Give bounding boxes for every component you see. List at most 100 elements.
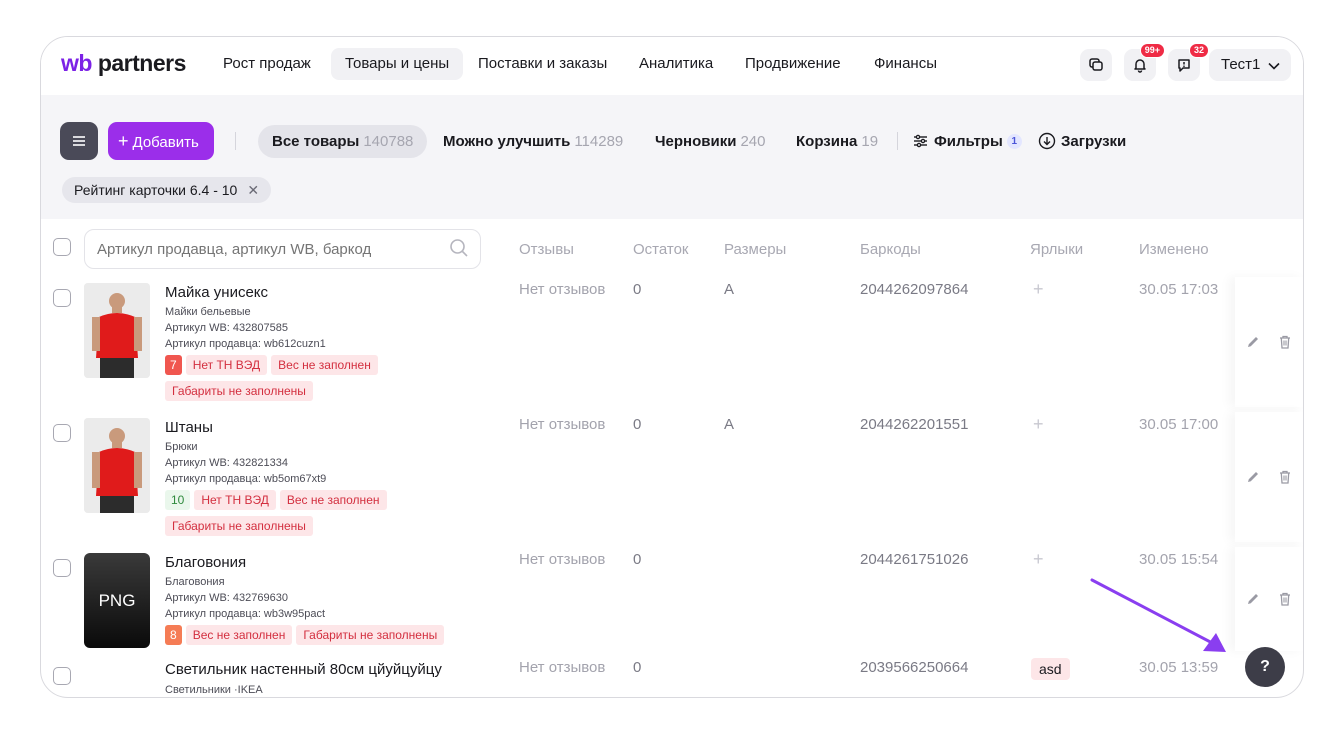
product-tags: Габариты не заполнены — [165, 516, 313, 536]
downloads-button[interactable]: Загрузки — [1038, 125, 1126, 158]
row-checkbox[interactable] — [53, 667, 71, 685]
chat-icon — [1089, 58, 1103, 71]
stock-cell: 0 — [633, 551, 642, 568]
product-name[interactable]: Майка унисекс — [165, 284, 268, 301]
messages-button[interactable]: 32 — [1168, 43, 1209, 81]
menu-button[interactable] — [60, 122, 98, 160]
product-tags: 7 Нет ТН ВЭД Вес не заполнен — [165, 355, 378, 375]
table-row[interactable]: Майка унисекс Майки бельевые Артикул WB:… — [41, 275, 1303, 409]
seller-article: Артикул продавца: wb5om67xt9 — [165, 473, 327, 485]
label-tag[interactable]: asd — [1031, 658, 1070, 680]
reviews-cell: Нет отзывов — [519, 551, 606, 568]
user-menu-button[interactable]: Тест1 — [1209, 49, 1291, 81]
wb-article: Артикул WB: 432769630 — [165, 592, 288, 604]
table-row[interactable]: Штаны Брюки Артикул WB: 432821334 Артику… — [41, 410, 1303, 544]
column-header-barcodes[interactable]: Баркоды — [860, 241, 921, 258]
column-header-sizes[interactable]: Размеры — [724, 241, 786, 258]
nav-item-analytics[interactable]: Аналитика — [625, 48, 727, 80]
table-row[interactable]: PNG Благовония Благовония Артикул WB: 43… — [41, 545, 1303, 653]
product-name[interactable]: Штаны — [165, 419, 213, 436]
product-tags: 8 Вес не заполнен Габариты не заполнены — [165, 625, 445, 645]
sliders-icon — [914, 134, 927, 148]
stock-cell: 0 — [633, 281, 642, 298]
add-label-button[interactable]: + — [1033, 414, 1044, 435]
row-checkbox[interactable] — [53, 424, 71, 442]
table-row[interactable]: Светильник настенный 80см цйуйцуйцу Свет… — [41, 655, 1303, 697]
notifications-button[interactable]: 99+ — [1124, 43, 1165, 81]
divider — [235, 132, 236, 150]
add-label-button[interactable]: + — [1033, 549, 1044, 570]
edit-icon[interactable] — [1245, 334, 1261, 350]
barcode-cell: 2044261751026 — [860, 551, 969, 568]
rating-badge: 8 — [165, 625, 182, 645]
product-name[interactable]: Благовония — [165, 554, 246, 571]
reviews-cell: Нет отзывов — [519, 659, 606, 676]
filters-count-badge: 1 — [1006, 134, 1022, 149]
row-checkbox[interactable] — [53, 559, 71, 577]
product-category: Светильники ·IKEA — [165, 684, 263, 696]
logo[interactable]: wb partners — [61, 50, 186, 77]
tab-all-products[interactable]: Все товары 140788 — [258, 125, 428, 158]
notifications-badge: 99+ — [1139, 43, 1165, 58]
barcode-cell: 2039566250664 — [860, 659, 969, 676]
tab-drafts[interactable]: Черновики 240 — [641, 125, 779, 158]
row-actions — [1235, 412, 1303, 542]
chevron-down-icon — [1268, 62, 1280, 70]
active-filter-chip[interactable]: Рейтинг карточки 6.4 - 10 ✕ — [62, 177, 272, 203]
edit-icon[interactable] — [1245, 469, 1261, 485]
bell-icon — [1134, 59, 1146, 73]
nav-item-sales-growth[interactable]: Рост продаж — [209, 48, 325, 80]
product-thumbnail[interactable] — [84, 283, 150, 378]
message-alert-icon — [1178, 59, 1190, 72]
wb-article: Артикул WB: 432821334 — [165, 457, 288, 469]
download-icon — [1038, 132, 1056, 150]
nav-item-products-prices[interactable]: Товары и цены — [331, 48, 464, 80]
plus-icon: + — [118, 131, 129, 151]
product-name[interactable]: Светильник настенный 80см цйуйцуйцу — [165, 661, 442, 678]
reviews-cell: Нет отзывов — [519, 416, 606, 433]
products-toolbar: + Добавить Все товары 140788 Можно улучшит… — [41, 95, 1303, 219]
tab-can-improve[interactable]: Можно улучшить 114289 — [429, 125, 637, 158]
status-tag: Вес не заполнен — [279, 490, 387, 510]
column-header-stock[interactable]: Остаток — [633, 241, 689, 258]
status-tag: Габариты не заполнены — [296, 625, 445, 645]
reviews-cell: Нет отзывов — [519, 281, 606, 298]
status-tag: Вес не заполнен — [271, 355, 378, 375]
search-input[interactable] — [84, 229, 481, 269]
column-header-labels[interactable]: Ярлыки — [1030, 241, 1083, 258]
filters-button[interactable]: Фильтры 1 — [913, 125, 1022, 158]
tab-trash[interactable]: Корзина 19 — [782, 125, 892, 158]
changed-cell: 30.05 17:00 — [1139, 416, 1219, 433]
trash-icon[interactable] — [1277, 591, 1293, 607]
nav-item-supplies-orders[interactable]: Поставки и заказы — [464, 48, 621, 80]
product-thumbnail[interactable]: PNG — [84, 553, 150, 648]
trash-icon[interactable] — [1277, 469, 1293, 485]
wb-article: Артикул WB: 432807585 — [165, 322, 288, 334]
help-button[interactable]: ? — [1245, 647, 1285, 687]
product-thumbnail[interactable] — [84, 418, 150, 513]
product-tags: Габариты не заполнены — [165, 381, 313, 401]
column-header-reviews[interactable]: Отзывы — [519, 241, 574, 258]
product-photo — [84, 418, 150, 513]
chat-button[interactable] — [1080, 49, 1112, 81]
app-window: wb partners Рост продаж Товары и цены По… — [40, 36, 1304, 698]
trash-icon[interactable] — [1277, 334, 1293, 350]
edit-icon[interactable] — [1245, 591, 1261, 607]
table-header: Отзывы Остаток Размеры Баркоды Ярлыки Из… — [41, 219, 1303, 275]
add-product-button[interactable]: + Добавить — [108, 122, 214, 160]
column-header-changed[interactable]: Изменено — [1139, 241, 1209, 258]
row-actions — [1235, 277, 1303, 407]
nav-item-promotion[interactable]: Продвижение — [731, 48, 855, 80]
add-label-button[interactable]: + — [1033, 279, 1044, 300]
changed-cell: 30.05 15:54 — [1139, 551, 1219, 568]
changed-cell: 30.05 13:59 — [1139, 659, 1219, 676]
status-tag: Вес не заполнен — [185, 625, 293, 645]
product-category: Майки бельевые — [165, 306, 251, 318]
row-checkbox[interactable] — [53, 289, 71, 307]
top-navigation: wb partners Рост продаж Товары и цены По… — [41, 37, 1303, 95]
nav-item-finances[interactable]: Финансы — [860, 48, 951, 80]
select-all-checkbox[interactable] — [53, 238, 71, 256]
changed-cell: 30.05 17:03 — [1139, 281, 1219, 298]
hamburger-icon — [73, 136, 85, 146]
close-icon[interactable]: ✕ — [247, 182, 259, 198]
